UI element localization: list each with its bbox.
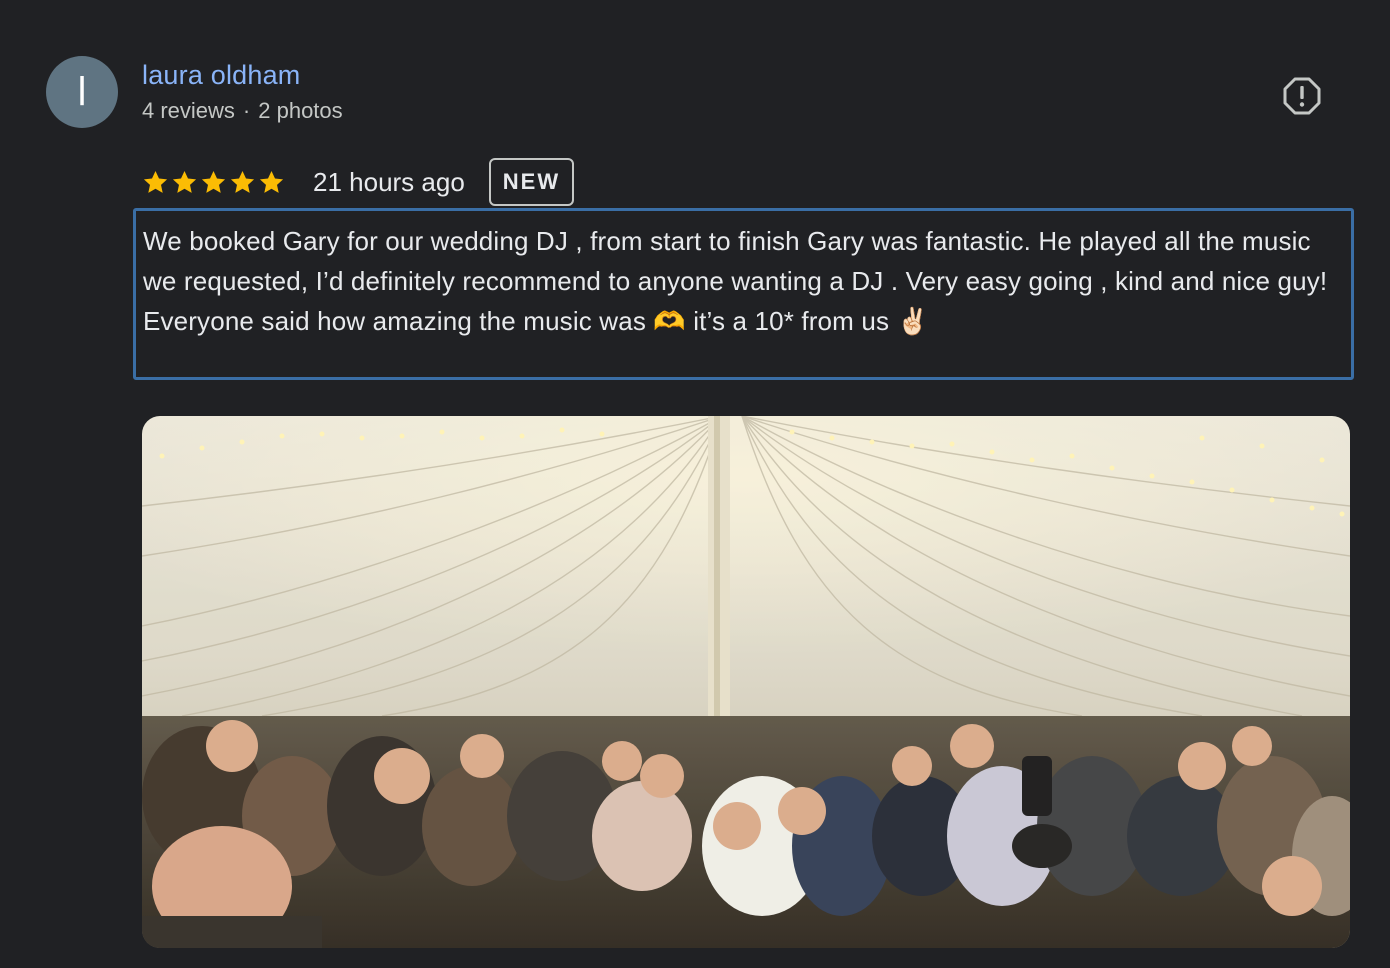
rating-row: 21 hours ago NEW [142,158,575,206]
reviewer-meta: 4 reviews · 2 photos [142,98,343,124]
report-review-button[interactable] [1280,74,1324,118]
report-flag-icon [1283,77,1321,115]
avatar[interactable]: l [46,56,118,128]
review-count: 4 reviews [142,98,235,123]
wedding-marquee-photo [142,416,1350,948]
new-badge: NEW [488,158,575,206]
star-icon [201,170,226,193]
review-text[interactable]: We booked Gary for our wedding DJ , from… [133,208,1354,380]
review-paragraph-2: Everyone said how amazing the music was … [143,306,929,336]
avatar-initial: l [76,70,88,114]
star-rating [142,169,285,196]
review-card: l laura oldham 4 reviews · 2 photos 21 h… [0,0,1390,968]
star-icon [230,170,255,193]
meta-separator: · [242,98,251,123]
review-paragraph-1: We booked Gary for our wedding DJ , from… [143,226,1328,296]
star-icon [172,170,197,193]
review-photo[interactable] [142,416,1350,948]
review-time: 21 hours ago [313,166,465,197]
star-icon [259,170,284,193]
star-icon [143,170,168,193]
photo-count: 2 photos [258,98,343,123]
reviewer-name-link[interactable]: laura oldham [142,60,301,91]
